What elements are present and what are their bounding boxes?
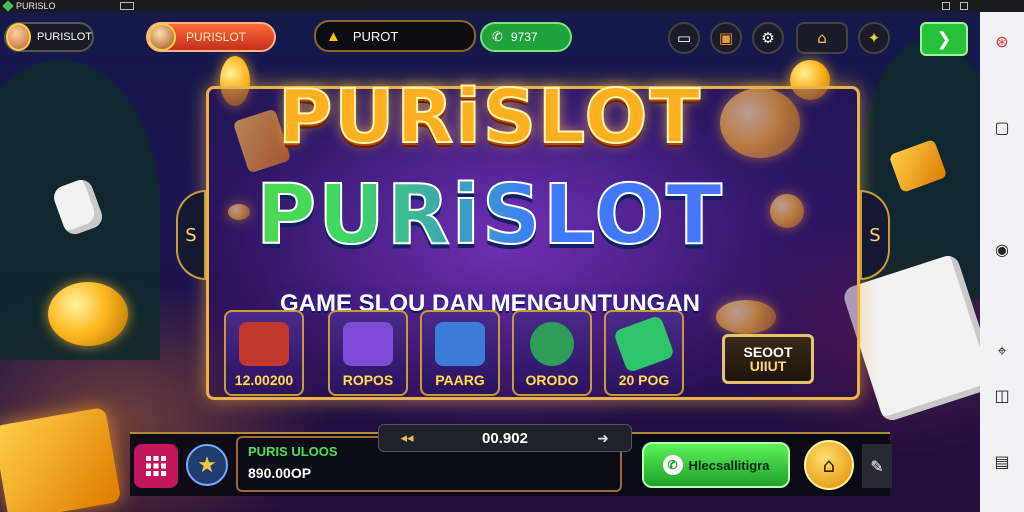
grid-icon [146, 456, 166, 476]
apk-icon[interactable]: ▤ [989, 448, 1015, 474]
forward-button[interactable]: ➜ [575, 430, 631, 447]
game-logo-bottom: PURiSLOT [0, 167, 980, 264]
cash-bundle-icon [612, 314, 676, 374]
promo-sign-line1: SEOOT [743, 344, 793, 360]
house-icon: ⌂ [822, 453, 836, 477]
monkey-icon [435, 322, 485, 366]
tile-label: PAARG [435, 372, 485, 388]
phone-text: 9737 [510, 30, 538, 44]
game-tile[interactable]: PAARG [420, 310, 500, 396]
emulator-sidebar: ⊛ ▢ ◉ ⌖ ◫ ▤ [980, 12, 1024, 512]
player-avatar [6, 23, 31, 51]
lobby-button[interactable]: ⌂ [804, 440, 854, 490]
game-tile[interactable]: 20 POG [604, 310, 684, 396]
dragon-icon [343, 322, 393, 366]
tile-label: 12.00200 [234, 372, 294, 388]
game-logo-top: PURiSLOT [277, 73, 702, 161]
maximize-icon[interactable] [960, 2, 968, 10]
monitor-icon[interactable]: ▭ [668, 22, 700, 54]
alert-text: PUROT [352, 28, 399, 44]
tile-label: ROPOS [342, 372, 394, 388]
warning-icon: ▲ [326, 27, 341, 45]
balance-value: 890.00OP [248, 465, 312, 481]
app-logo-icon [2, 0, 14, 12]
alert-pill[interactable]: ▲ PUROT [314, 20, 476, 52]
minimize-icon[interactable] [942, 2, 950, 10]
chest-icon[interactable]: ▣ [710, 22, 742, 54]
wrench-icon: ✎ [870, 456, 884, 476]
profile-avatar [148, 23, 176, 51]
purislot-sign-icon [239, 322, 289, 366]
gold-box-decoration [0, 406, 122, 512]
phone-icon: ✆ [662, 455, 683, 475]
player-name: PURISLOT [36, 31, 92, 43]
gamepad-icon[interactable]: ⊛ [989, 28, 1015, 54]
gear-icon[interactable]: ⚙ [752, 22, 784, 54]
multi-window-icon[interactable]: ◫ [989, 382, 1015, 408]
game-tile[interactable]: 12.00200 [224, 310, 304, 396]
player-pill[interactable]: PURISLOT [4, 22, 94, 52]
star-icon: ★ [197, 452, 217, 478]
location-icon[interactable]: ⌖ [989, 338, 1015, 364]
phone-icon: ✆ [492, 29, 503, 44]
profile-tag: PURISLOT [186, 30, 247, 44]
bet-counter: ◂◂ 00.902 ➜ [378, 424, 632, 452]
window-title: PURISLO [16, 1, 56, 11]
tools-button[interactable]: ✎ [862, 444, 892, 488]
window-titlebar: PURISLO [0, 0, 1024, 12]
game-tile[interactable]: ROPOS [328, 310, 408, 396]
game-tile[interactable]: ORODO [512, 310, 592, 396]
keyboard-icon[interactable] [119, 2, 134, 10]
home-icon[interactable]: ⌂ [796, 22, 848, 54]
screenshot-icon[interactable]: ▢ [989, 114, 1015, 140]
tile-label: 20 POG [618, 372, 670, 388]
orb-icon [530, 322, 574, 366]
play-button[interactable]: ✆ Hlecsallitigra [642, 442, 790, 488]
gift-icon[interactable]: ✦ [858, 22, 890, 54]
profile-pill[interactable]: PURISLOT [146, 22, 276, 52]
tile-label: ORODO [525, 372, 579, 388]
promo-sign[interactable]: SEOOT UIIUT [722, 334, 814, 384]
record-icon[interactable]: ◉ [989, 236, 1015, 262]
promo-sign-line2: UIIUT [749, 358, 787, 374]
menu-button[interactable] [134, 444, 178, 488]
window-controls [942, 2, 1024, 10]
phone-pill[interactable]: ✆ 9737 [480, 22, 572, 52]
rewind-button[interactable]: ◂◂ [379, 430, 435, 446]
counter-value: 00.902 [482, 429, 528, 447]
play-button-label: Hlecsallitigra [688, 457, 770, 473]
go-button[interactable]: ❯ [920, 22, 968, 56]
favorite-button[interactable]: ★ [186, 444, 228, 486]
